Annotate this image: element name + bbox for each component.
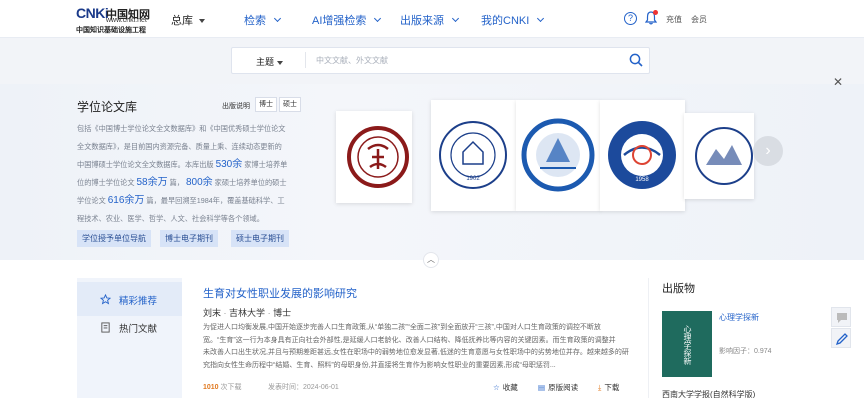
article-degree: 博士 [273,308,292,318]
logo-mark: CNKi [76,5,109,21]
original-read-button[interactable]: ▤ 原版阅读 [538,382,578,393]
nav-home-dropdown[interactable]: 总库 [171,12,205,28]
tag-master[interactable]: 硕士 [279,97,301,112]
logo-subtitle: 中国知识基础设施工程 [76,27,146,34]
journal-cover-text: 心理学探新 [683,325,692,365]
banner-description: 包括《中国博士学位论文全文数据库》和《中国优秀硕士学位论文 全文数据库》，是目前… [77,124,288,223]
article-author[interactable]: 刘末 [203,308,221,318]
edit-tool-button[interactable] [831,328,851,348]
university-card-5[interactable] [684,113,754,199]
document-icon [101,322,110,333]
member-link[interactable]: 会员 [691,14,707,25]
logo-url: www.cnki.net [106,17,147,24]
journal-cover[interactable]: 心理学探新 [662,311,712,377]
cnki-logo[interactable]: CNKi 中国知网 www.cnki.net 中国知识基础设施工程 [76,5,156,34]
article-abstract: 为促进人口均衡发展,中国开始逐步完善人口生育政策,从“单独二孩”“全面二孩”到全… [203,324,629,369]
notification-dot [653,10,658,15]
doctor-ejournal-button[interactable]: 博士电子期刊 [160,230,218,247]
chat-icon [837,313,847,323]
feedback-button[interactable] [831,307,851,327]
svg-text:1902: 1902 [466,176,480,182]
search-separator [305,52,306,68]
search-input[interactable] [316,52,616,69]
favorite-button[interactable]: ☆ 收藏 [493,382,518,393]
collapse-banner-button[interactable]: ︿ [423,252,439,268]
chevron-down-icon [537,14,545,23]
svg-text:1958: 1958 [635,177,649,183]
tab-hot-literature[interactable]: 热门文献 [77,310,182,344]
tab-label: 精彩推荐 [119,296,158,307]
tab-label: 热门文献 [119,324,158,335]
journal-name-next[interactable]: 西南大学学报(自然科学版) [662,389,755,398]
carousel-next-button[interactable]: › [753,136,783,166]
star-icon [100,294,111,305]
university-card-pku[interactable] [336,111,412,203]
degree-unit-nav-button[interactable]: 学位授予单位导航 [77,230,151,247]
master-ejournal-button[interactable]: 硕士电子期刊 [231,230,289,247]
chevron-down-icon [273,14,282,23]
download-button[interactable]: ⤓ 下载 [598,382,619,393]
pencil-icon [835,333,848,346]
banner-title: 学位论文库 [77,100,138,114]
search-field-dropdown[interactable]: 主题 [256,55,284,68]
journal-impact-factor: 影响因子：0.974 [719,348,772,355]
help-icon[interactable]: ? [624,12,637,25]
article-meta: 刘末 · 吉林大学 · 博士 [203,308,292,318]
ustc-emblem-icon: 1958 [608,121,676,189]
chevron-down-icon [374,14,382,23]
caret-down-icon [199,19,205,24]
university-card-bnu[interactable]: 1902 [431,100,516,211]
caret-down-icon [277,60,284,65]
divider [648,278,649,398]
download-count: 1010 次下载 [203,384,242,391]
publication-notes-label[interactable]: 出版说明 [222,101,250,111]
university-card-dlut[interactable] [516,100,601,211]
pku-emblem-icon [347,126,409,188]
chevron-down-icon [451,14,460,23]
bnu-emblem-icon: 1902 [439,121,507,189]
nav-ai-search[interactable]: AI增强检索 [312,12,382,28]
close-icon[interactable]: ✕ [832,76,844,88]
recharge-link[interactable]: 充值 [666,14,682,25]
nav-my-cnki[interactable]: 我的CNKI [481,12,545,28]
top-nav: CNKi 中国知网 www.cnki.net 中国知识基础设施工程 总库 检索 … [0,0,864,38]
star-icon: ☆ [493,383,500,392]
article-university[interactable]: 吉林大学 [229,308,265,318]
publications-title: 出版物 [662,283,695,295]
journal-name[interactable]: 心理学探新 [719,312,759,323]
dlut-emblem-icon [521,118,595,192]
publish-date: 发表时间：2024-06-01 [268,384,339,391]
university-emblem-icon [695,127,753,185]
tag-doctor[interactable]: 博士 [255,97,277,112]
nav-search[interactable]: 检索 [244,12,282,28]
book-icon: ▤ [538,383,546,392]
search-icon[interactable] [629,53,643,67]
nav-publication-source[interactable]: 出版来源 [400,12,460,28]
university-card-ustc[interactable]: 1958 [600,100,685,211]
download-icon: ⤓ [598,383,602,392]
article-title[interactable]: 生育对女性职业发展的影响研究 [203,285,357,301]
